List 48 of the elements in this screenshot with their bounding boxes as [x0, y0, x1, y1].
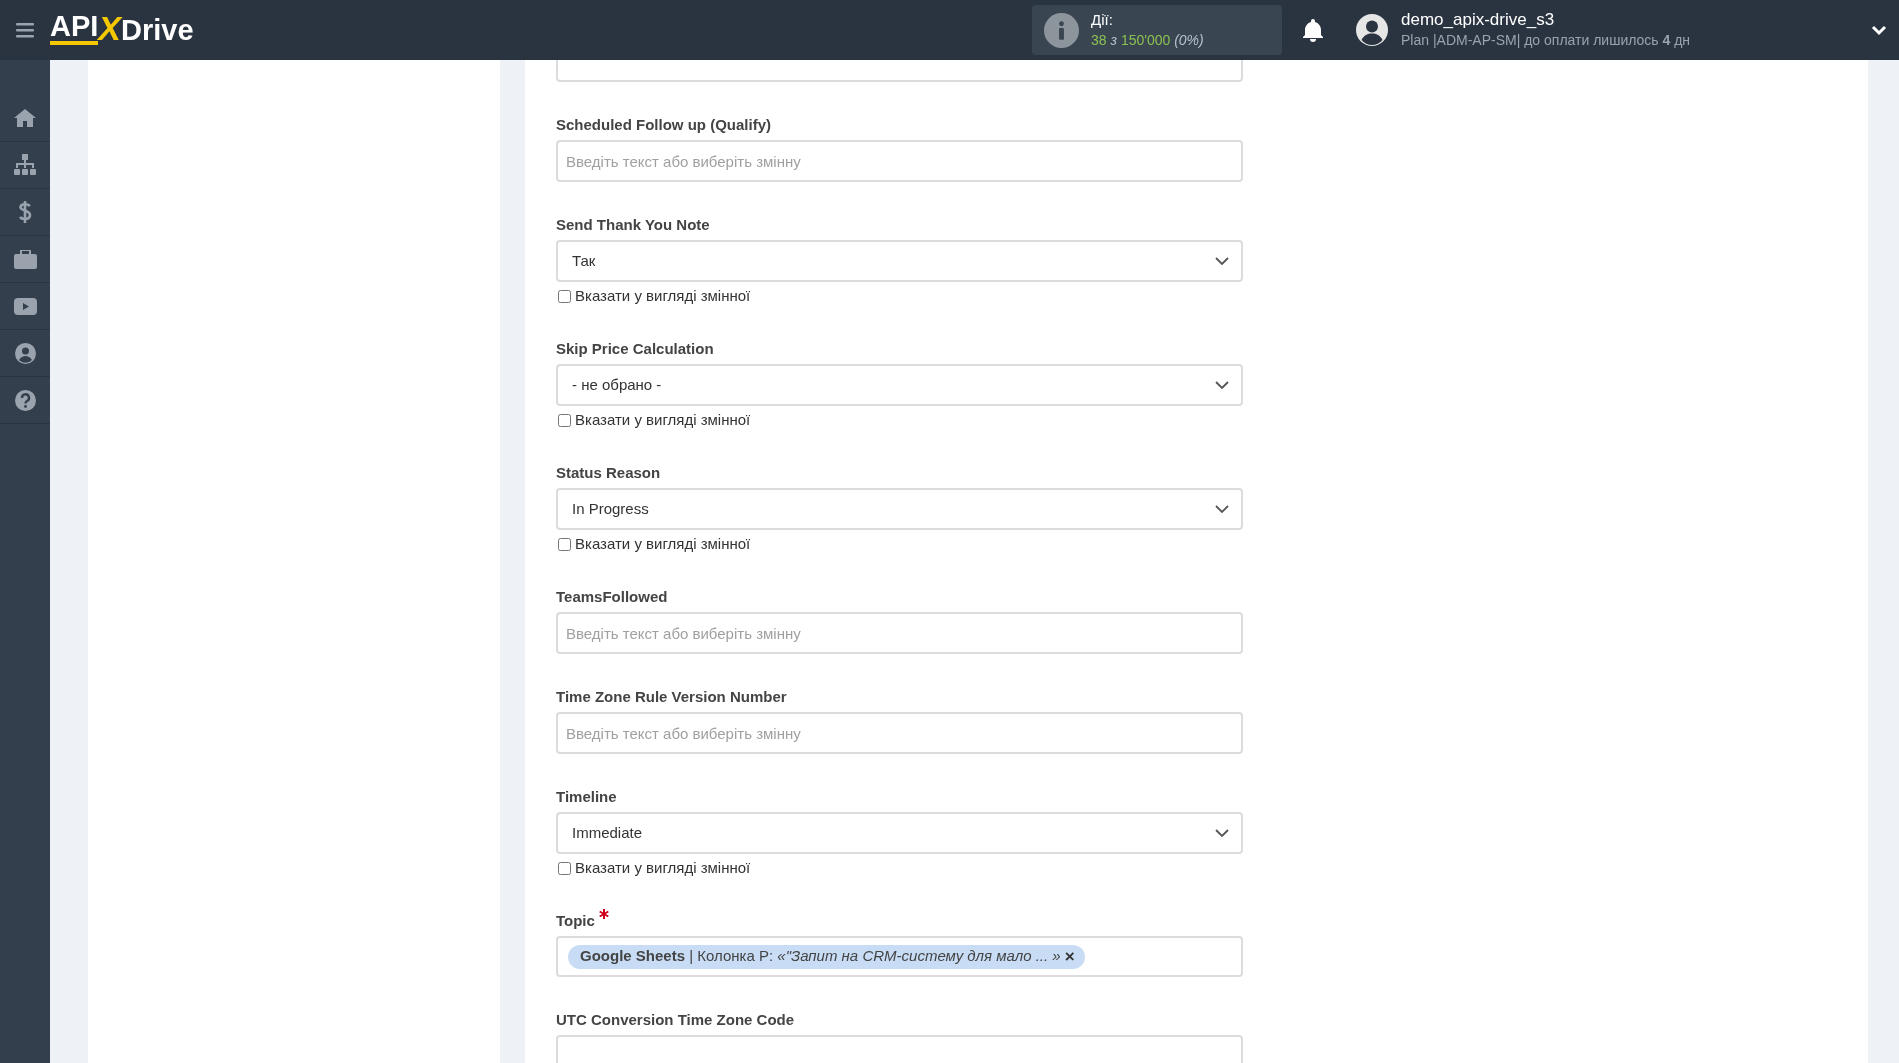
tag-field[interactable]: Google Sheets | Колонка P: «"Запит на CRM-систему для мало ... » × — [556, 936, 1243, 977]
chevron-down-icon — [1215, 256, 1229, 266]
sitemap-icon[interactable] — [13, 154, 37, 176]
dropdown[interactable]: Так — [556, 240, 1243, 282]
plan-info: Plan |ADM-AP-SM| до оплати лишилось 4 дн — [1401, 31, 1692, 50]
checkbox[interactable] — [558, 413, 571, 427]
info-icon — [1044, 12, 1079, 48]
field-label: Timeline — [556, 787, 617, 807]
text-field[interactable]: Введіть текст або виберіть змінну — [556, 612, 1243, 654]
chip-text: Google Sheets | Колонка P: «"Запит на CRM-систему для мало ... » — [580, 946, 1061, 967]
actions-count: 38 з 150'000 (0%) — [1091, 31, 1204, 50]
checkbox[interactable] — [558, 861, 571, 875]
field-label: TeamsFollowed — [556, 587, 668, 607]
checkbox-label: Вказати у вигляді змінної — [575, 857, 751, 878]
field-label: Send Thank You Note — [556, 215, 710, 235]
field-label: UTC Conversion Time Zone Code — [556, 1010, 795, 1030]
field-label: Status Reason — [556, 463, 661, 483]
remove-button[interactable]: × — [1064, 948, 1075, 965]
text-field[interactable]: Введіть текст або виберіть змінну — [556, 140, 1243, 182]
dropdown[interactable]: In Progress — [556, 488, 1243, 530]
chevron-down-icon[interactable] — [1871, 24, 1887, 36]
dollar-icon[interactable] — [18, 201, 32, 223]
checkbox-label: Вказати у вигляді змінної — [575, 285, 751, 306]
field-label: Scheduled Follow up (Qualify) — [556, 115, 771, 135]
chevron-down-icon — [1215, 380, 1229, 390]
menu-icon[interactable] — [16, 22, 34, 38]
checkbox[interactable] — [558, 537, 571, 551]
dropdown[interactable]: Immediate — [556, 812, 1243, 854]
field-label: Time Zone Rule Version Number — [556, 687, 787, 707]
video-play-icon[interactable] — [13, 297, 37, 315]
chevron-down-icon — [1215, 504, 1229, 514]
briefcase-icon[interactable] — [13, 249, 37, 269]
checkbox-label: Вказати у вигляді змінної — [575, 409, 751, 430]
field-label: Skip Price Calculation — [556, 339, 714, 359]
user-circle-icon[interactable] — [14, 342, 36, 364]
chevron-down-icon — [1215, 828, 1229, 838]
logo[interactable]: APIXDrive — [50, 11, 194, 49]
checkbox-label: Вказати у вигляді змінної — [575, 533, 751, 554]
avatar-icon[interactable] — [1356, 14, 1388, 46]
help-icon[interactable] — [14, 389, 36, 411]
text-field[interactable]: Введіть текст або виберіть змінну — [556, 712, 1243, 754]
checkbox[interactable] — [558, 289, 571, 303]
field-label: Topic — [556, 911, 595, 931]
actions-label: Дії: — [1091, 10, 1114, 30]
user-name: demo_apix-drive_s3 — [1401, 10, 1556, 30]
home-icon[interactable] — [13, 108, 37, 128]
bell-icon[interactable] — [1302, 18, 1324, 42]
dropdown[interactable]: - не обрано - — [556, 364, 1243, 406]
